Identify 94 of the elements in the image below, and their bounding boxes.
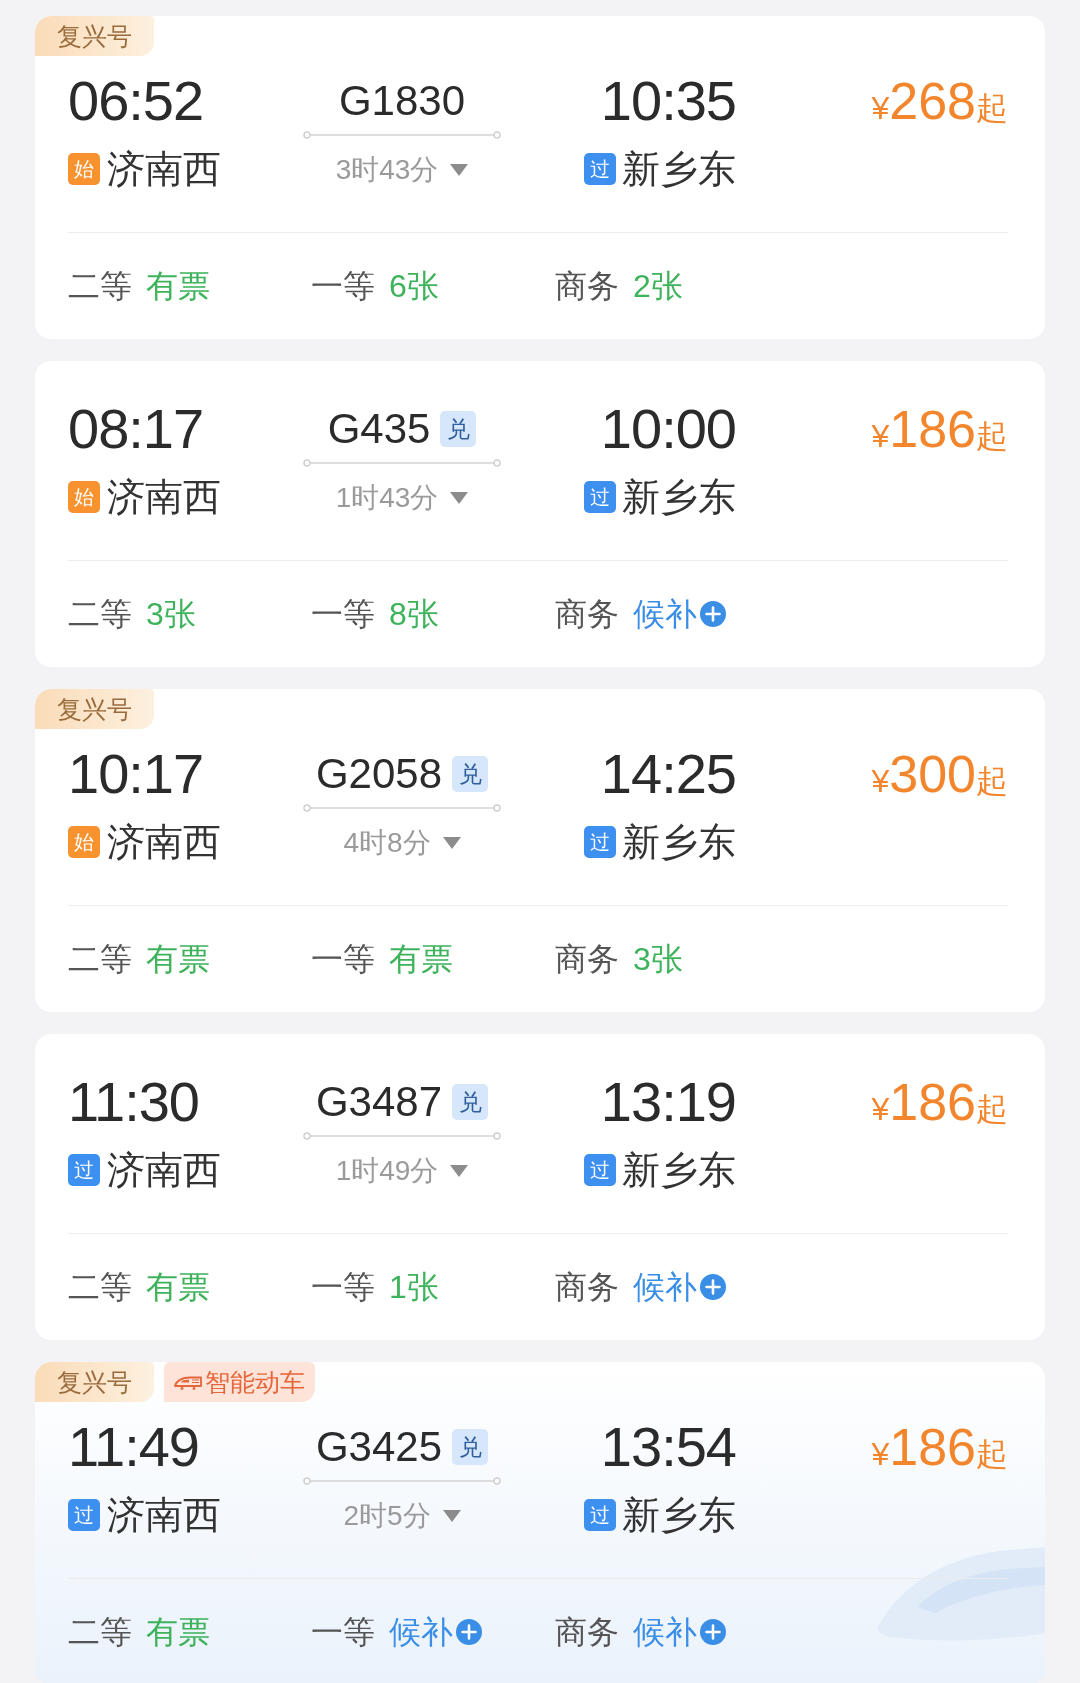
depart-time: 08:17 [68,401,204,457]
train-card[interactable]: 11:30 过 济南西 G3487 兑 1时49分 13:19 过 新乡东 ¥186起 二等 有票 一等 1张 商务 候补 [35,1034,1045,1340]
depart-time: 10:17 [68,746,204,802]
station-name: 济南西 [107,1151,221,1189]
exchange-tag: 兑 [440,411,477,447]
seat-availability: 有票 [146,1271,210,1303]
train-number[interactable]: G1830 [338,80,466,122]
price: ¥300起 [871,746,1008,802]
plus-icon[interactable] [700,601,726,627]
seat-class: 商务 [555,1271,619,1303]
duration: 1时49分 [335,1157,439,1185]
arrive-time: 13:19 [600,1074,736,1130]
seat-availability: 8张 [389,598,439,630]
station-name: 新乡东 [622,823,736,861]
train-type-tag: 复兴号 [35,1362,154,1402]
arrive-time: 10:00 [600,401,736,457]
seat-class: 商务 [555,598,619,630]
seat-availability: 有票 [146,270,210,302]
caret-down-icon[interactable] [450,1165,469,1177]
caret-down-icon[interactable] [442,1510,461,1522]
seat-availability: 有票 [389,943,453,975]
seat-availability: 3张 [146,598,196,630]
price: ¥186起 [871,1419,1008,1475]
seat-class: 一等 [311,1271,375,1303]
seat-availability: 有票 [146,1616,210,1648]
train-card[interactable]: 复兴号 10:17 始 济南西 G2058 兑 4时8分 14:25 过 新乡东 ¥300起 二等 有票 一等 有票 商务 3张 [35,689,1045,1012]
seat-class: 一等 [311,598,375,630]
station-name: 新乡东 [622,478,736,516]
caret-down-icon[interactable] [450,492,469,504]
station-tag: 始 [68,481,100,513]
seat-class: 一等 [311,1616,375,1648]
train-card[interactable]: 复兴号 智能动车 11:49 过 济南西 G3425 兑 2时5分 13:54 过 新乡东 ¥186起 二等 有票 一等 候补 商务 候补 [35,1362,1045,1683]
station-name: 济南西 [107,1496,221,1534]
seat-class: 二等 [68,598,132,630]
seat-class: 商务 [555,270,619,302]
duration: 4时8分 [343,829,431,857]
exchange-tag: 兑 [452,1429,489,1465]
train-icon [174,1374,202,1390]
depart-time: 11:49 [68,1419,199,1475]
station-tag: 过 [68,1499,100,1531]
station-tag: 过 [584,153,616,185]
depart-time: 06:52 [68,73,204,129]
station-name: 新乡东 [622,1151,736,1189]
arrive-time: 13:54 [600,1419,736,1475]
arrive-time: 14:25 [600,746,736,802]
seat-class: 二等 [68,1616,132,1648]
train-number[interactable]: G2058 [315,753,443,795]
station-name: 济南西 [107,478,221,516]
seat-class: 二等 [68,1271,132,1303]
exchange-tag: 兑 [452,1084,489,1120]
price: ¥186起 [871,1074,1008,1130]
plus-icon[interactable] [700,1619,726,1645]
station-tag: 过 [68,1154,100,1186]
station-name: 新乡东 [622,150,736,188]
caret-down-icon[interactable] [450,164,469,176]
station-name: 济南西 [107,150,221,188]
caret-down-icon[interactable] [442,837,461,849]
station-tag: 始 [68,826,100,858]
train-number[interactable]: G435 [327,408,431,450]
train-card[interactable]: 08:17 始 济南西 G435 兑 1时43分 10:00 过 新乡东 ¥186起 二等 3张 一等 8张 商务 候补 [35,361,1045,667]
seat-class: 商务 [555,943,619,975]
tag-label: 智能动车 [205,1369,305,1395]
plus-icon[interactable] [456,1619,482,1645]
train-type-tag: 复兴号 [35,689,154,729]
price: ¥186起 [871,401,1008,457]
seat-class: 一等 [311,943,375,975]
station-tag: 过 [584,1499,616,1531]
station-name: 济南西 [107,823,221,861]
train-card[interactable]: 复兴号 06:52 始 济南西 G1830 3时43分 10:35 过 新乡东 ¥268起 二等 有票 一等 6张 商务 2张 [35,16,1045,339]
seat-class: 一等 [311,270,375,302]
station-tag: 过 [584,1154,616,1186]
station-tag: 始 [68,153,100,185]
duration: 1时43分 [335,484,439,512]
seat-availability: 2张 [633,270,683,302]
station-tag: 过 [584,481,616,513]
duration: 3时43分 [335,156,439,184]
seat-availability: 1张 [389,1271,439,1303]
duration: 2时5分 [343,1502,431,1530]
seat-availability: 有票 [146,943,210,975]
depart-time: 11:30 [68,1074,199,1130]
seat-availability: 3张 [633,943,683,975]
seat-class: 二等 [68,943,132,975]
station-tag: 过 [584,826,616,858]
train-type-tag: 复兴号 [35,16,154,56]
plus-icon[interactable] [700,1274,726,1300]
exchange-tag: 兑 [452,756,489,792]
arrive-time: 10:35 [600,73,736,129]
price: ¥268起 [871,73,1008,129]
station-name: 新乡东 [622,1496,736,1534]
train-number[interactable]: G3425 [315,1426,443,1468]
train-number[interactable]: G3487 [315,1081,443,1123]
seat-availability: 6张 [389,270,439,302]
seat-class: 二等 [68,270,132,302]
seat-class: 商务 [555,1616,619,1648]
